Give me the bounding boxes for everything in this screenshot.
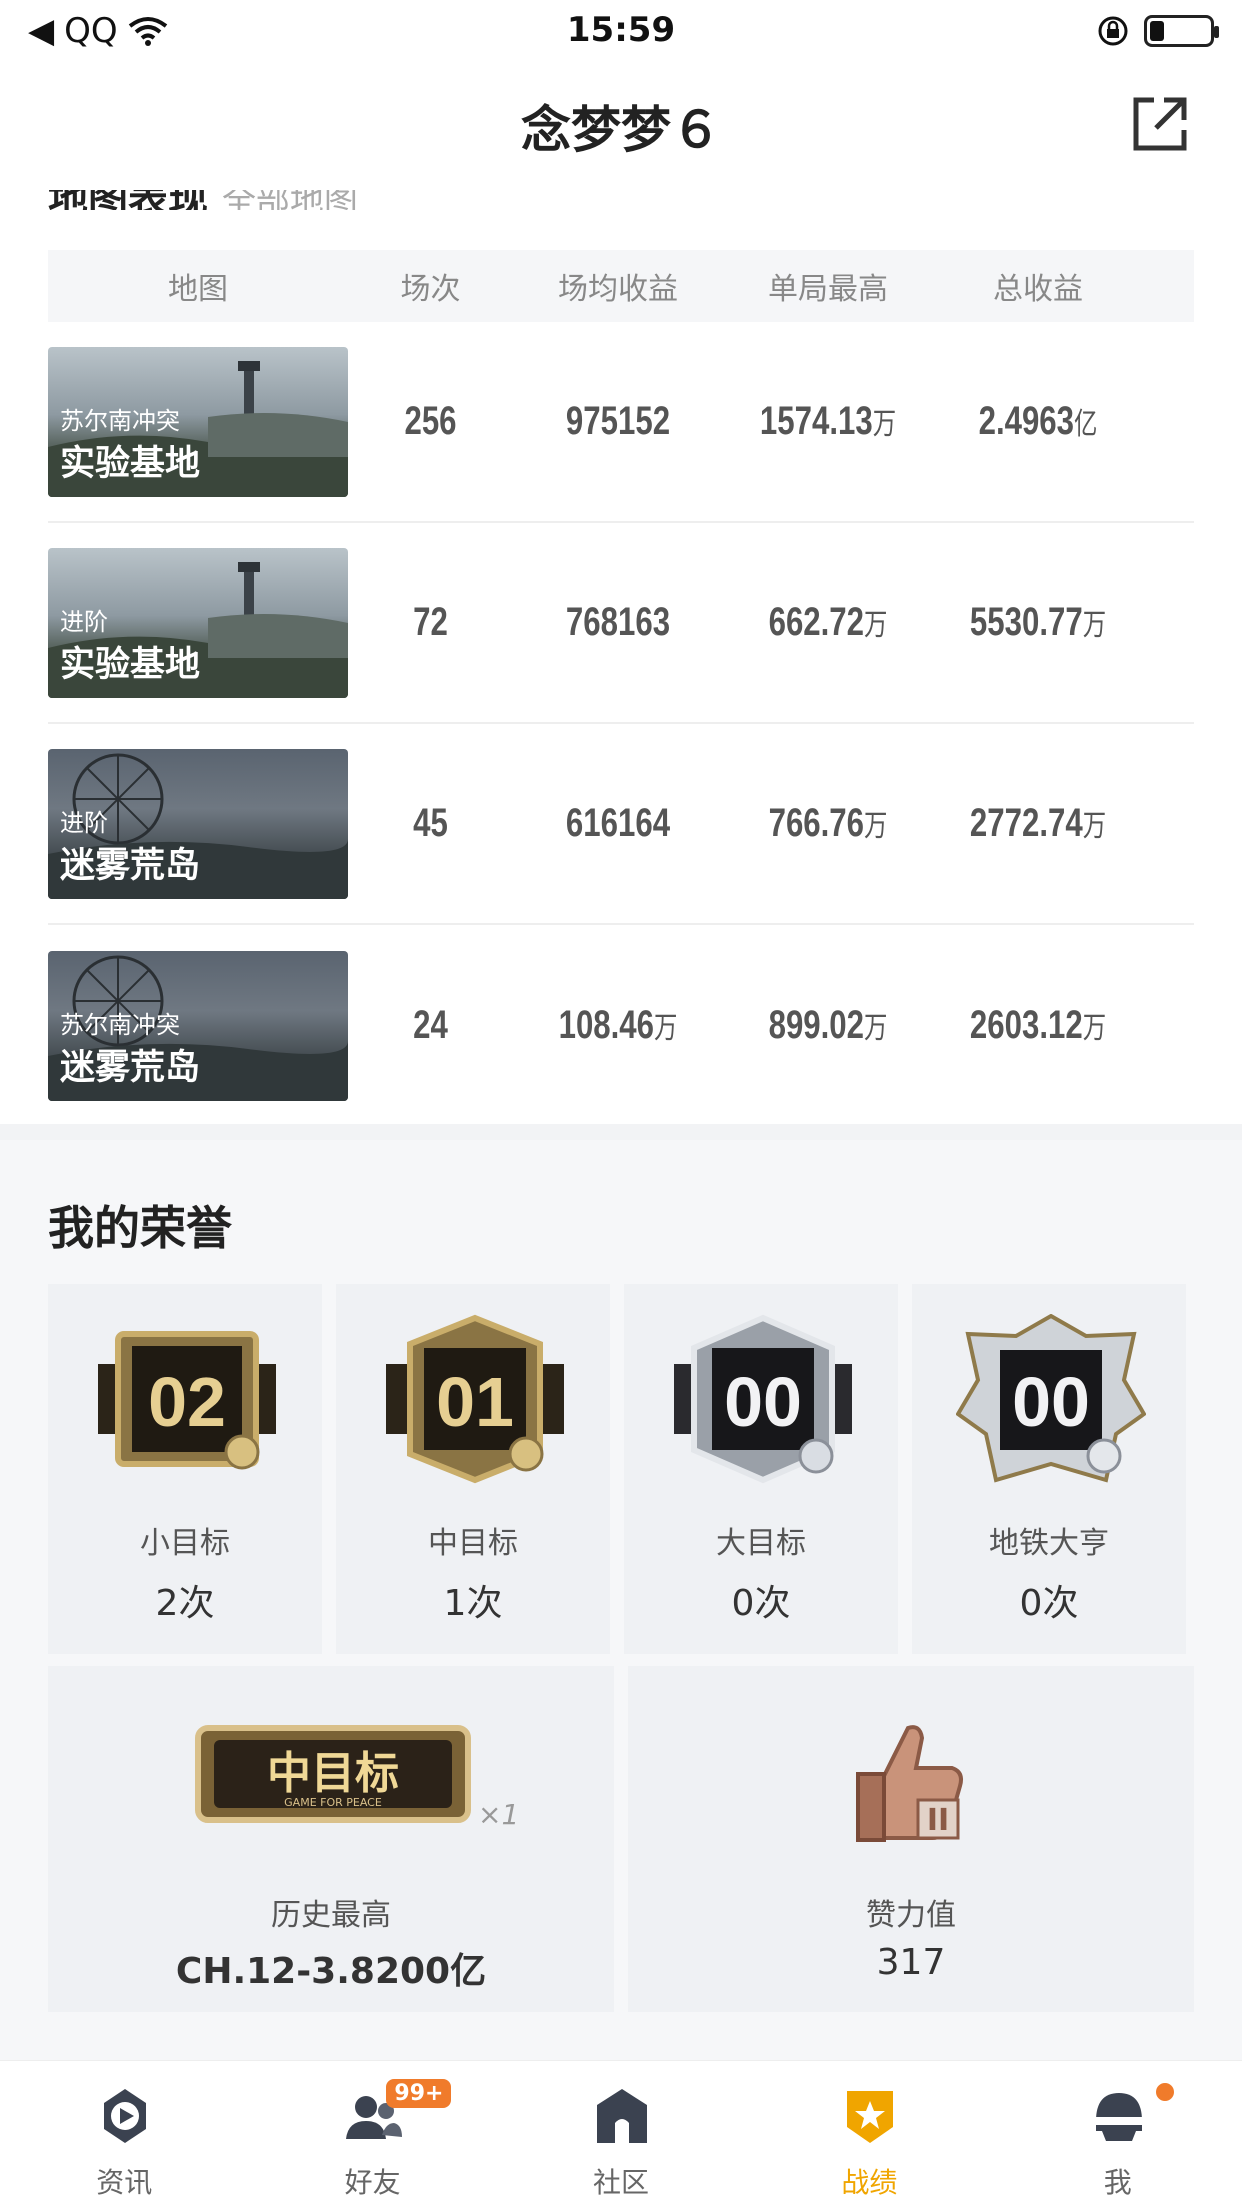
likes-card[interactable]: II 赞力值 317 (628, 1666, 1194, 2012)
svg-text:II: II (927, 1803, 949, 1838)
silver-badge-icon: 00 (674, 1314, 852, 1484)
best-value: 766.76万 (768, 801, 888, 845)
map-name-label: 实验基地 (60, 644, 201, 685)
record-icon (847, 2091, 894, 2143)
column-header-map: 地图 (168, 272, 228, 307)
total-value: 2.4963亿 (978, 399, 1098, 443)
profile-notification-dot (1153, 2081, 1176, 2103)
honor-card-medium-goal[interactable]: 01 中目标 1次 (336, 1284, 610, 1654)
total-value: 2772.74万 (969, 801, 1107, 845)
map-thumbnail: 苏尔南冲突 迷雾荒岛 (48, 950, 348, 1101)
honor-count: 2次 (155, 1583, 215, 1624)
svg-text:00: 00 (1012, 1363, 1090, 1441)
column-header-avg: 场均收益 (558, 272, 678, 307)
map-thumbnail: 进阶 迷雾荒岛 (48, 748, 348, 899)
map-row[interactable]: 进阶 迷雾荒岛 45 616164 766.76万 2772.74万 (48, 724, 1194, 925)
map-name-label: 迷雾荒岛 (60, 1047, 201, 1088)
news-icon (104, 2089, 146, 2143)
map-thumbnail: 苏尔南冲突 实验基地 (48, 346, 348, 497)
map-thumbnail: 进阶 实验基地 (48, 547, 348, 698)
avg-value: 108.46万 (558, 1003, 678, 1047)
tab-label: 资讯 (96, 2166, 153, 2199)
matches-value: 24 (413, 1003, 448, 1047)
multiplier-label: ×1 (478, 1798, 520, 1831)
matches-value: 45 (413, 801, 448, 845)
status-bar: ◀ QQ 15:59 (0, 0, 1242, 62)
honor-card-subway-tycoon[interactable]: 00 地铁大亨 0次 (912, 1284, 1186, 1654)
gold-badge-icon: 01 (386, 1314, 564, 1484)
total-value: 2603.12万 (969, 1003, 1107, 1047)
column-header-total: 总收益 (993, 272, 1083, 307)
honor-card-large-goal[interactable]: 00 大目标 0次 (624, 1284, 898, 1654)
tab-news[interactable]: 资讯 (0, 2061, 248, 2208)
total-value: 5530.77万 (969, 600, 1107, 644)
column-header-matches: 场次 (400, 272, 461, 307)
honor-label: 中目标 (428, 1526, 518, 1561)
honor-label: 大目标 (716, 1526, 806, 1561)
history-best-card[interactable]: 中目标 GAME FOR PEACE ×1 历史最高 CH.12-3.8200亿 (48, 1666, 614, 2012)
map-mode-label: 进阶 (60, 808, 108, 837)
tab-label: 战绩 (841, 2166, 898, 2199)
map-mode-label: 进阶 (60, 607, 108, 636)
honor-card-small-goal[interactable]: 02 小目标 2次 (48, 1284, 322, 1654)
community-icon (596, 2089, 647, 2143)
tab-label: 好友 (344, 2166, 401, 2199)
best-value: 662.72万 (768, 600, 888, 644)
map-mode-label: 苏尔南冲突 (60, 406, 180, 435)
tab-records[interactable]: 战绩 (745, 2061, 993, 2208)
tab-label: 社区 (592, 2166, 649, 2199)
diamond-badge-icon: 00 (956, 1314, 1146, 1483)
svg-text:00: 00 (724, 1363, 802, 1441)
map-table-header: 地图 场次 场均收益 单局最高 总收益 (48, 250, 1194, 322)
share-icon[interactable] (1128, 92, 1192, 156)
best-value: 899.02万 (768, 1003, 888, 1047)
tab-profile[interactable]: 我 (994, 2061, 1242, 2208)
map-row[interactable]: 苏尔南冲突 迷雾荒岛 24 108.46万 899.02万 2603.12万 (48, 925, 1194, 1126)
page-title: 念梦梦６ (521, 101, 721, 159)
thumbs-up-icon: II (856, 1725, 963, 1842)
map-mode-label: 苏尔南冲突 (60, 1010, 180, 1039)
map-row[interactable]: 苏尔南冲突 实验基地 256 975152 1574.13万 2.4963亿 (48, 322, 1194, 523)
friends-notification-badge: 99+ (386, 2079, 452, 2108)
tab-label: 我 (1103, 2166, 1132, 2199)
avg-value: 768163 (565, 600, 671, 644)
history-best-label: 历史最高 (271, 1898, 391, 1933)
gold-badge-icon: 02 (98, 1331, 276, 1470)
profile-icon (1095, 2093, 1142, 2141)
tab-community[interactable]: 社区 (497, 2061, 745, 2208)
svg-text:01: 01 (436, 1363, 514, 1441)
clock: 15:59 (566, 10, 676, 50)
matches-value: 256 (404, 399, 457, 443)
honor-count: 0次 (731, 1583, 791, 1624)
medium-goal-plaque-image: 中目标 GAME FOR PEACE (195, 1725, 471, 1823)
honor-count: 0次 (1019, 1583, 1079, 1624)
best-value: 1574.13万 (759, 399, 897, 443)
matches-value: 72 (413, 600, 448, 644)
avg-value: 616164 (565, 801, 671, 845)
history-best-value: CH.12-3.8200亿 (175, 1951, 487, 1992)
avg-value: 975152 (565, 399, 671, 443)
honor-label: 地铁大亨 (989, 1526, 1109, 1561)
svg-text:02: 02 (148, 1363, 226, 1441)
map-name-label: 实验基地 (60, 443, 201, 484)
likes-label: 赞力值 (866, 1898, 956, 1933)
bottom-tab-bar: 资讯 99+ 好友 社区 战绩 我 (0, 2060, 1242, 2208)
page-header: 念梦梦６ (0, 62, 1242, 190)
map-name-label: 迷雾荒岛 (60, 845, 201, 886)
battery-icon (1144, 15, 1219, 47)
likes-value: 317 (876, 1942, 946, 1983)
honor-label: 小目标 (140, 1526, 230, 1561)
svg-text:GAME FOR PEACE: GAME FOR PEACE (284, 1796, 382, 1809)
svg-text:中目标: 中目标 (267, 1748, 399, 1799)
honor-section-title: 我的荣誉 (48, 1201, 232, 1255)
section-divider (0, 1124, 1242, 1140)
map-row[interactable]: 进阶 实验基地 72 768163 662.72万 5530.77万 (48, 523, 1194, 724)
honor-count: 1次 (443, 1583, 503, 1624)
tab-friends[interactable]: 99+ 好友 (248, 2061, 496, 2208)
column-header-best: 单局最高 (768, 272, 888, 307)
